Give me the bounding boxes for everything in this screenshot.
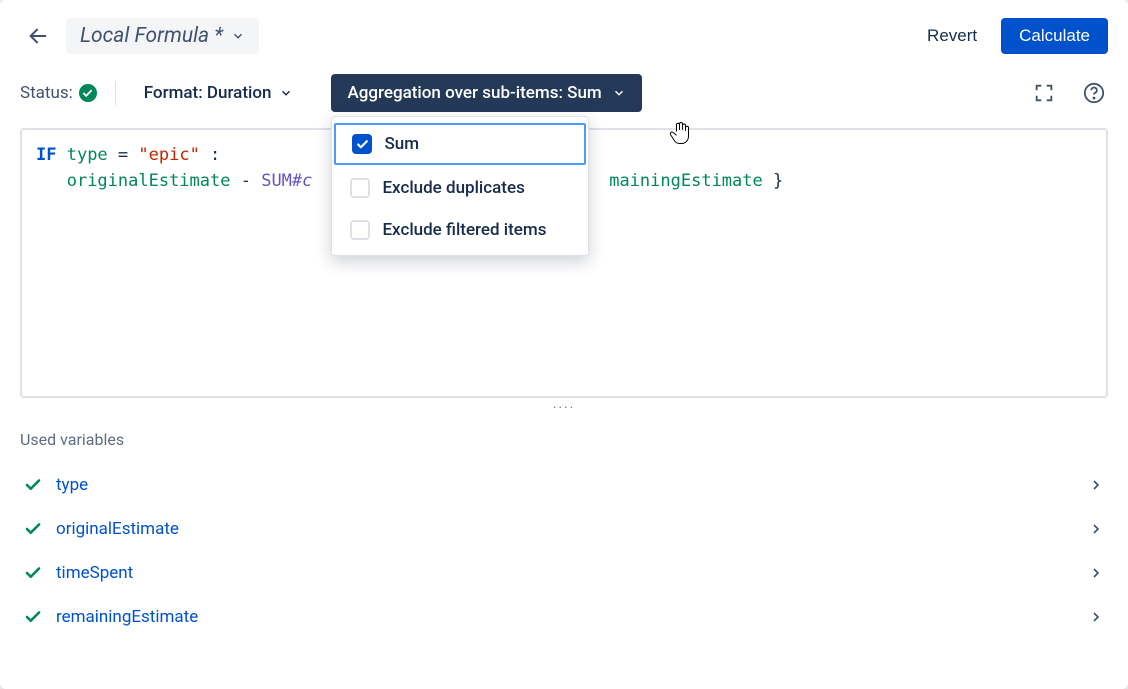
variable-name: timeSpent xyxy=(56,563,133,583)
chevron-down-icon xyxy=(231,29,245,43)
code-token xyxy=(36,171,67,191)
code-token: : xyxy=(200,145,220,165)
checkbox-icon xyxy=(350,220,370,240)
formula-editor-modal: Local Formula * Revert Calculate Status:… xyxy=(0,0,1128,689)
agg-item-exclude-duplicates[interactable]: Exclude duplicates xyxy=(332,167,588,209)
controls-row: Status: Format: Duration Aggregation ove… xyxy=(0,74,1128,112)
aggregation-label: Aggregation over sub-items: Sum xyxy=(347,83,601,103)
aggregation-button[interactable]: Aggregation over sub-items: Sum Sum Excl… xyxy=(331,74,641,112)
expand-button[interactable] xyxy=(1030,79,1058,107)
chevron-right-icon xyxy=(1088,477,1104,493)
calculate-button[interactable]: Calculate xyxy=(1001,18,1108,54)
variable-row[interactable]: remainingEstimate xyxy=(20,595,1108,639)
variable-row[interactable]: type xyxy=(20,463,1108,507)
check-icon xyxy=(24,476,42,494)
check-icon xyxy=(24,608,42,626)
code-token: SUM xyxy=(261,171,292,191)
agg-item-exclude-filtered[interactable]: Exclude filtered items xyxy=(332,209,588,251)
code-token: IF xyxy=(36,145,67,165)
code-token: type xyxy=(67,145,108,165)
revert-button[interactable]: Revert xyxy=(913,18,991,54)
code-token: = xyxy=(108,145,139,165)
status-label: Status: xyxy=(20,83,73,103)
variable-name: originalEstimate xyxy=(56,519,179,539)
used-variables-title: Used variables xyxy=(20,430,1108,449)
help-button[interactable] xyxy=(1080,79,1108,107)
code-token: "epic" xyxy=(138,145,199,165)
check-icon xyxy=(24,564,42,582)
code-token: #c xyxy=(292,171,312,191)
variable-row[interactable]: timeSpent xyxy=(20,551,1108,595)
code-token: } xyxy=(763,171,783,191)
divider xyxy=(115,81,116,105)
status-ok-icon xyxy=(79,84,97,102)
back-button[interactable] xyxy=(20,18,56,54)
check-icon xyxy=(24,520,42,538)
status-indicator: Status: xyxy=(20,77,97,109)
chevron-right-icon xyxy=(1088,565,1104,581)
agg-item-label: Exclude filtered items xyxy=(382,220,546,240)
code-token: originalEstimate xyxy=(67,171,231,191)
checkbox-icon xyxy=(350,178,370,198)
agg-item-sum[interactable]: Sum xyxy=(334,123,586,165)
variable-name: type xyxy=(56,475,88,495)
variable-row[interactable]: originalEstimate xyxy=(20,507,1108,551)
modal-topbar: Local Formula * Revert Calculate xyxy=(0,0,1128,74)
formula-title[interactable]: Local Formula * xyxy=(66,18,259,54)
question-icon xyxy=(1083,82,1105,104)
used-variables-section: Used variables type originalEstimate tim… xyxy=(0,420,1128,639)
code-token: mainingEstimate xyxy=(609,171,763,191)
variable-name: remainingEstimate xyxy=(56,607,198,627)
chevron-right-icon xyxy=(1088,609,1104,625)
chevron-right-icon xyxy=(1088,521,1104,537)
arrow-left-icon xyxy=(27,25,49,47)
format-button[interactable]: Format: Duration xyxy=(134,77,304,109)
agg-item-label: Sum xyxy=(384,134,419,154)
resize-handle[interactable]: ···· xyxy=(0,398,1128,420)
code-token: - xyxy=(230,171,261,191)
expand-icon xyxy=(1033,82,1055,104)
aggregation-menu: Sum Exclude duplicates Exclude filtered … xyxy=(331,116,589,256)
formula-title-text: Local Formula * xyxy=(80,24,223,48)
chevron-down-icon xyxy=(612,86,626,100)
chevron-down-icon xyxy=(279,86,293,100)
checkbox-icon xyxy=(352,134,372,154)
agg-item-label: Exclude duplicates xyxy=(382,178,524,198)
format-label: Format: Duration xyxy=(144,83,272,103)
